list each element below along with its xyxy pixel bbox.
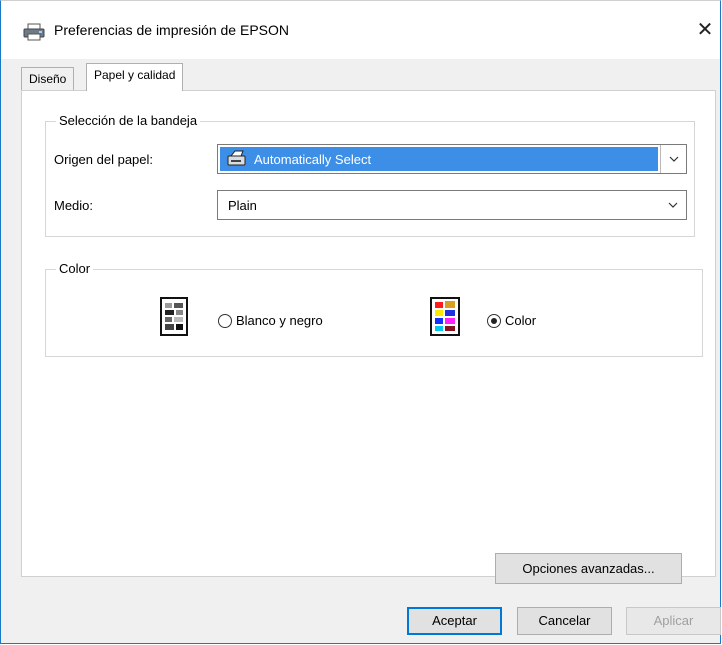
print-preferences-window: Preferencias de impresión de EPSON ✕ Dis… [0,0,721,644]
color-radio[interactable] [487,313,501,328]
color-option[interactable]: Color [487,313,536,328]
tray-selection-legend: Selección de la bandeja [56,113,201,128]
color-legend: Color [56,261,94,276]
tab-panel-papel-y-calidad: Selección de la bandeja Origen del papel… [21,90,716,584]
color-doc-icon [430,297,462,340]
black-white-radio[interactable] [218,313,232,328]
chevron-down-icon[interactable] [660,145,686,173]
apply-button[interactable]: Aplicar [626,607,721,635]
tab-diseno[interactable]: Diseño [21,67,75,90]
tray-selection-group: Selección de la bandeja Origen del papel… [45,113,695,237]
chevron-down-icon[interactable] [660,191,686,219]
media-value: Plain [228,198,257,213]
media-select[interactable]: Plain [217,190,687,220]
ok-button[interactable]: Aceptar [407,607,502,635]
paper-source-value: Automatically Select [254,152,372,167]
grayscale-doc-icon [160,297,190,340]
window-title: Preferencias de impresión de EPSON [54,22,289,38]
paper-source-select[interactable]: Automatically Select [217,144,687,174]
black-white-option[interactable]: Blanco y negro [218,313,323,328]
tab-papel-y-calidad[interactable]: Papel y calidad [86,63,184,91]
media-label: Medio: [54,198,94,213]
advanced-options-button[interactable]: Opciones avanzadas... [495,553,682,584]
close-button[interactable]: ✕ [690,17,720,45]
title-bar: Preferencias de impresión de EPSON ✕ [1,1,720,59]
color-group: Color Blanco y negro Color [45,261,703,357]
black-white-label: Blanco y negro [236,313,323,328]
color-label: Color [505,313,537,328]
printer-icon [23,23,45,41]
cancel-button[interactable]: Cancelar [517,607,612,635]
paper-source-label: Origen del papel: [54,152,154,167]
printer-icon [226,150,248,168]
